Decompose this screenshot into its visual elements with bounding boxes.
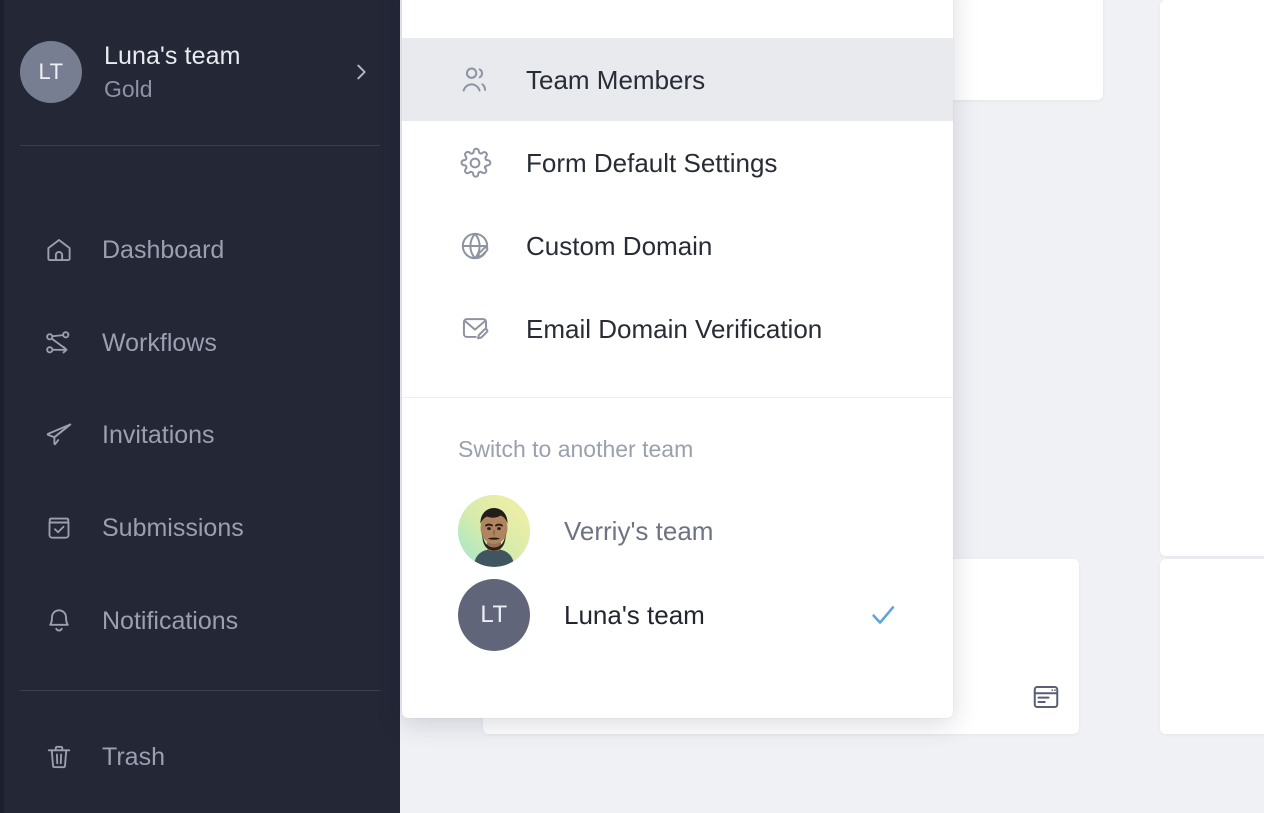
chevron-right-icon (350, 61, 372, 83)
menu-item-label: Form Default Settings (526, 147, 777, 179)
menu-item-team-members[interactable]: Team Members (402, 38, 953, 121)
sidebar-item-notifications[interactable]: Notifications (44, 599, 238, 643)
sidebar-item-label: Invitations (102, 420, 215, 450)
gear-icon (458, 146, 492, 180)
users-icon (458, 63, 492, 97)
menu-item-email-domain-verification[interactable]: Email Domain Verification (402, 287, 953, 370)
menu-item-custom-domain[interactable]: Custom Domain (402, 204, 953, 287)
sidebar-team-plan: Gold (104, 74, 350, 104)
sidebar-edge (0, 0, 4, 813)
team-option-name: Verriy's team (564, 515, 897, 547)
sidebar-item-dashboard[interactable]: Dashboard (44, 228, 224, 272)
bell-icon (44, 606, 74, 636)
sidebar-divider-top (20, 145, 380, 146)
home-icon (44, 235, 74, 265)
sidebar-item-trash[interactable]: Trash (44, 735, 165, 779)
browser-window-icon (1031, 682, 1061, 712)
avatar: LT (458, 579, 530, 651)
sidebar-item-label: Trash (102, 742, 165, 772)
globe-edit-icon (458, 229, 492, 263)
avatar-initials: LT (480, 601, 507, 629)
menu-item-form-default-settings[interactable]: Form Default Settings (402, 121, 953, 204)
workflow-icon (44, 328, 74, 358)
switch-team-section-label: Switch to another team (402, 398, 953, 464)
sidebar: LT Luna's team Gold Dashboard (0, 0, 400, 813)
team-dropdown-menu: Team Members Form Default Settings C (402, 0, 953, 718)
menu-item-label: Team Members (526, 64, 705, 96)
sidebar-item-invitations[interactable]: Invitations (44, 413, 215, 457)
sidebar-item-submissions[interactable]: Submissions (44, 506, 244, 550)
background-card (1160, 559, 1264, 734)
sidebar-item-label: Workflows (102, 328, 217, 358)
avatar (458, 495, 530, 567)
sidebar-item-label: Notifications (102, 606, 238, 636)
paper-plane-icon (44, 420, 74, 450)
sidebar-team-name: Luna's team (104, 40, 350, 72)
app-root: LT Luna's team Gold Dashboard (0, 0, 1264, 813)
team-option-luna[interactable]: LT Luna's team (402, 573, 953, 657)
sidebar-divider-bottom (20, 690, 380, 691)
sidebar-team-avatar-initials: LT (38, 59, 63, 85)
sidebar-team-switcher[interactable]: LT Luna's team Gold (20, 36, 380, 108)
sidebar-item-workflows[interactable]: Workflows (44, 321, 217, 365)
envelope-edit-icon (458, 312, 492, 346)
background-card (1160, 0, 1264, 556)
team-option-name: Luna's team (564, 599, 869, 631)
sidebar-item-label: Submissions (102, 513, 244, 543)
sidebar-team-avatar: LT (20, 41, 82, 103)
menu-item-label: Email Domain Verification (526, 313, 822, 345)
menu-item-label: Custom Domain (526, 230, 712, 262)
trash-icon (44, 742, 74, 772)
sidebar-team-text: Luna's team Gold (104, 40, 350, 104)
team-option-verriy[interactable]: Verriy's team (402, 489, 953, 573)
inbox-check-icon (44, 513, 74, 543)
sidebar-item-label: Dashboard (102, 235, 224, 265)
check-icon (869, 601, 897, 629)
